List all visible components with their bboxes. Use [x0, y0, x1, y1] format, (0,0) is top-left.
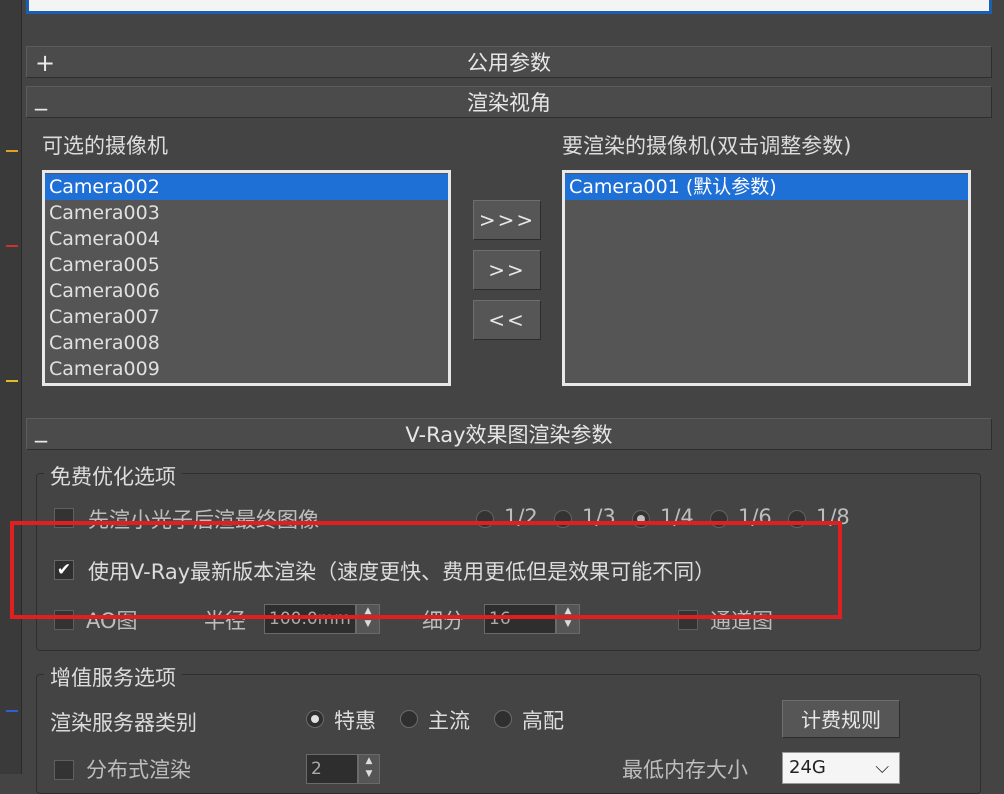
camera-list-item[interactable]: Camera001 (默认参数) [565, 174, 968, 200]
viewport-mark [6, 150, 18, 152]
rollout-vray-header[interactable]: _ V-Ray效果图渲染参数 [26, 415, 992, 450]
rollout-title: 公用参数 [467, 51, 551, 75]
camera-list-item[interactable]: Camera003 [45, 200, 448, 226]
camera-list-item[interactable]: Camera009 [45, 356, 448, 382]
highlight-annotation-box [10, 521, 842, 619]
viewport-edge [0, 0, 22, 774]
radio-label: 特惠 [334, 709, 376, 733]
move-one-button[interactable]: >> [473, 250, 541, 290]
distributed-label: 分布式渲染 [86, 758, 191, 782]
min-memory-dropdown[interactable]: 24G ⌵ [782, 752, 900, 784]
viewport-mark [6, 380, 18, 382]
value-added-title: 增值服务选项 [44, 662, 182, 692]
radio-button[interactable] [306, 710, 324, 728]
radio-label: 高配 [522, 709, 564, 733]
selected-cameras-label: 要渲染的摄像机(双击调整参数) [562, 134, 852, 158]
rollout-title: V-Ray效果图渲染参数 [405, 423, 613, 447]
distributed-checkbox[interactable] [54, 760, 74, 780]
move-all-button[interactable]: >>> [473, 200, 541, 240]
camera-list-item[interactable]: Camera002 [45, 174, 448, 200]
radio-button[interactable] [494, 710, 512, 728]
selected-cameras-list[interactable]: Camera001 (默认参数) [562, 170, 971, 386]
viewport-mark [6, 245, 18, 247]
available-cameras-label: 可选的摄像机 [42, 134, 168, 158]
move-back-button[interactable]: << [473, 300, 541, 340]
available-cameras-list[interactable]: Camera002 Camera003 Camera004 Camera005 Came… [42, 170, 451, 386]
camera-list-item[interactable]: Camera006 [45, 278, 448, 304]
camera-list-item[interactable]: Camera007 [45, 304, 448, 330]
distributed-spinner-arrows-icon[interactable]: ▲ ▼ [358, 754, 380, 784]
server-type-label: 渲染服务器类别 [50, 711, 197, 735]
rollout-render-view-header[interactable]: _ 渲染视角 [26, 83, 992, 118]
min-memory-value: 24G [789, 757, 826, 778]
distributed-count-input[interactable]: 2 [306, 754, 358, 784]
rollout-common-header[interactable]: + 公用参数 [26, 46, 992, 78]
viewport-mark [6, 710, 18, 712]
top-text-field[interactable] [26, 0, 992, 14]
radio-button[interactable] [400, 710, 418, 728]
camera-list-item[interactable]: Camera008 [45, 330, 448, 356]
billing-rules-button[interactable]: 计费规则 [782, 700, 900, 738]
min-memory-label: 最低内存大小 [622, 758, 748, 782]
chevron-down-icon[interactable]: ⌵ [875, 753, 889, 783]
camera-list-item[interactable]: Camera005 [45, 252, 448, 278]
radio-label: 主流 [428, 709, 470, 733]
free-options-title: 免费优化选项 [44, 461, 182, 491]
rollout-title: 渲染视角 [467, 91, 551, 115]
camera-list-item[interactable]: Camera004 [45, 226, 448, 252]
